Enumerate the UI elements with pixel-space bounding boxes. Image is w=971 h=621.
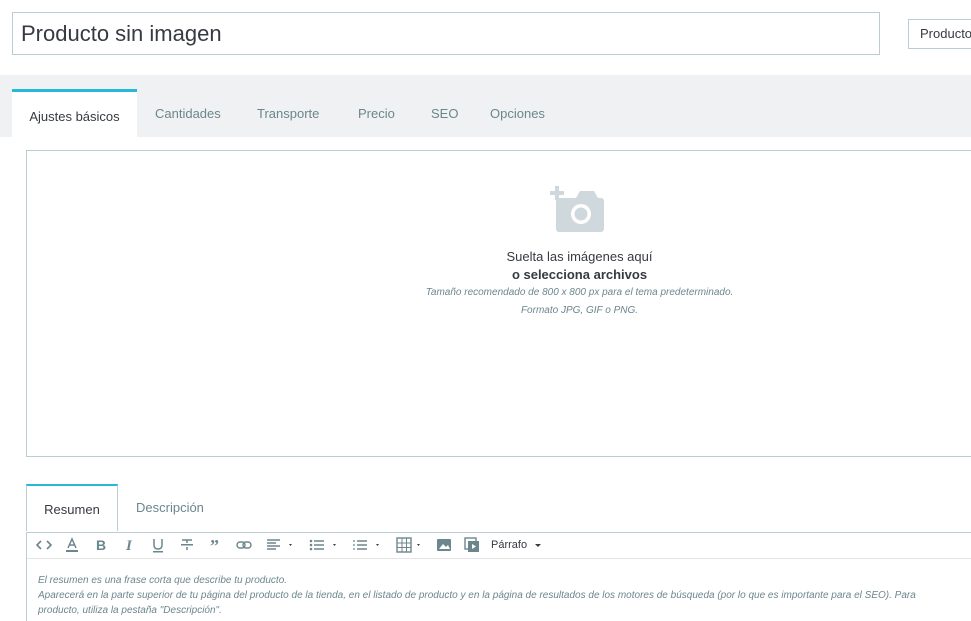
product-tabs: Ajustes básicos Cantidades Transporte Pr… [0,75,971,140]
svg-text:B: B [96,537,106,553]
help-line: Aparecerá en la parte superior de tu pág… [38,590,916,601]
code-icon[interactable] [35,536,53,554]
tab-opciones[interactable]: Opciones [490,90,545,137]
tab-transporte[interactable]: Transporte [257,90,319,137]
description-tabs: Resumen Descripción [26,484,971,533]
dropzone-hint: Suelta las imágenes aquí [506,249,653,264]
product-header: Producto [0,0,971,75]
tab-seo[interactable]: SEO [431,90,458,137]
font-color-icon[interactable] [63,536,81,554]
table-icon[interactable] [395,536,425,554]
tab-resumen[interactable]: Resumen [26,484,118,531]
help-line: producto, utiliza la pestaña "Descripció… [38,605,222,616]
svg-text:”: ” [210,536,219,554]
dropzone-size-note: Tamaño recomendado de 800 x 800 px para … [425,287,734,298]
summary-editor: B I ” Párrafo El resumen es una frase co… [26,532,971,621]
media-icon[interactable] [463,536,481,554]
image-icon[interactable] [435,536,453,554]
product-type-select[interactable]: Producto [908,19,971,49]
tab-descripcion[interactable]: Descripción [136,484,204,531]
product-name-input[interactable] [12,12,880,55]
editor-toolbar: B I ” Párrafo [27,532,971,559]
help-line: El resumen es una frase corta que descri… [38,575,288,586]
paragraph-format-select[interactable]: Párrafo [491,536,542,554]
numbered-list-icon[interactable] [351,536,381,554]
underline-icon[interactable] [150,536,166,554]
bullet-list-icon[interactable] [308,536,338,554]
add-photo-icon [550,186,604,232]
bold-icon[interactable]: B [93,536,109,554]
svg-text:I: I [125,538,133,554]
tab-content: Suelta las imágenes aquí o selecciona ar… [0,137,971,621]
blockquote-icon[interactable]: ” [208,536,224,554]
tab-precio[interactable]: Precio [358,90,395,137]
dropzone-format-note: Formato JPG, GIF o PNG. [520,305,639,316]
tab-cantidades[interactable]: Cantidades [155,90,221,137]
link-icon[interactable] [235,536,253,554]
align-icon[interactable] [265,536,293,554]
tab-ajustes-basicos[interactable]: Ajustes básicos [12,89,137,140]
select-files-link[interactable]: o selecciona archivos [27,267,971,282]
summary-help-text[interactable]: El resumen es una frase corta que descri… [38,573,971,618]
strikethrough-icon[interactable] [179,536,195,554]
italic-icon[interactable]: I [122,536,138,554]
paragraph-format-label: Párrafo [491,539,528,551]
chevron-down-icon [535,544,542,548]
image-dropzone[interactable]: Suelta las imágenes aquí o selecciona ar… [26,150,971,457]
